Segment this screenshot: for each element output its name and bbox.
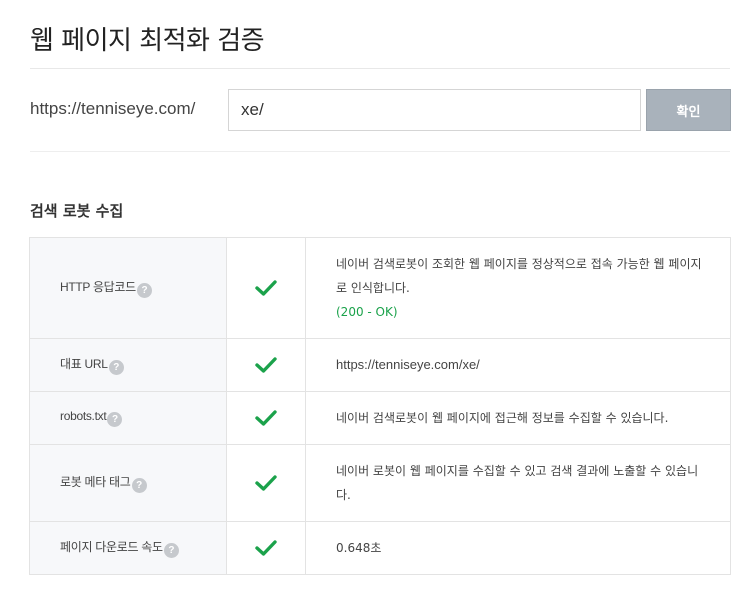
row-label-cell: robots.txt?: [29, 391, 227, 445]
check-icon: [255, 410, 277, 426]
row-description-cell: https://tenniseye.com/xe/: [305, 338, 731, 392]
help-icon[interactable]: ?: [163, 543, 179, 558]
download-speed: 0.648초: [336, 541, 382, 555]
divider: [30, 151, 730, 152]
row-label: 대표 URL: [60, 357, 108, 371]
table-row: HTTP 응답코드? 네이버 검색로봇이 조회한 웹 페이지를 정상적으로 접속…: [29, 237, 731, 339]
row-description: 네이버 검색로봇이 조회한 웹 페이지를 정상적으로 접속 가능한 웹 페이지로…: [336, 257, 702, 295]
help-icon[interactable]: ?: [107, 412, 123, 427]
check-icon: [255, 357, 277, 373]
row-description: 네이버 검색로봇이 웹 페이지에 접근해 정보를 수집할 수 있습니다.: [336, 411, 669, 425]
row-label: robots.txt: [60, 409, 107, 423]
status-code-text: (200 - OK): [336, 305, 398, 319]
row-label: HTTP 응답코드: [60, 280, 136, 294]
table-row: robots.txt? 네이버 검색로봇이 웹 페이지에 접근해 정보를 수집할…: [29, 391, 731, 445]
row-label-cell: 페이지 다운로드 속도?: [29, 521, 227, 575]
canonical-url: https://tenniseye.com/xe/: [336, 357, 480, 372]
status-cell: [226, 391, 306, 445]
table-row: 대표 URL? https://tenniseye.com/xe/: [29, 338, 731, 392]
row-description-cell: 네이버 검색로봇이 조회한 웹 페이지를 정상적으로 접속 가능한 웹 페이지로…: [305, 237, 731, 339]
row-label: 로봇 메타 태그: [60, 475, 131, 489]
table-row: 페이지 다운로드 속도? 0.648초: [29, 521, 731, 575]
row-label-cell: HTTP 응답코드?: [29, 237, 227, 339]
confirm-button[interactable]: 확인: [646, 89, 731, 131]
check-icon: [255, 475, 277, 491]
check-icon: [255, 280, 277, 296]
url-prefix: https://tenniseye.com/: [30, 99, 196, 118]
status-cell: [226, 521, 306, 575]
page-title: 웹 페이지 최적화 검증: [30, 26, 265, 56]
result-table: HTTP 응답코드? 네이버 검색로봇이 조회한 웹 페이지를 정상적으로 접속…: [29, 237, 731, 575]
help-icon[interactable]: ?: [131, 478, 147, 493]
row-description-cell: 0.648초: [305, 521, 731, 575]
row-description-cell: 네이버 검색로봇이 웹 페이지에 접근해 정보를 수집할 수 있습니다.: [305, 391, 731, 445]
section-title: 검색 로봇 수집: [30, 202, 124, 220]
status-cell: [226, 444, 306, 522]
row-description: 네이버 로봇이 웹 페이지를 수집할 수 있고 검색 결과에 노출할 수 있습니…: [336, 464, 699, 502]
row-label-cell: 로봇 메타 태그?: [29, 444, 227, 522]
status-cell: [226, 237, 306, 339]
row-description-cell: 네이버 로봇이 웹 페이지를 수집할 수 있고 검색 결과에 노출할 수 있습니…: [305, 444, 731, 522]
row-label: 페이지 다운로드 속도: [60, 540, 163, 554]
divider: [30, 68, 730, 69]
url-check-form: https://tenniseye.com/ 확인: [30, 89, 731, 131]
table-row: 로봇 메타 태그? 네이버 로봇이 웹 페이지를 수집할 수 있고 검색 결과에…: [29, 444, 731, 522]
check-icon: [255, 540, 277, 556]
row-label-cell: 대표 URL?: [29, 338, 227, 392]
help-icon[interactable]: ?: [108, 360, 124, 375]
url-path-input[interactable]: [228, 89, 641, 131]
status-cell: [226, 338, 306, 392]
help-icon[interactable]: ?: [136, 283, 152, 298]
